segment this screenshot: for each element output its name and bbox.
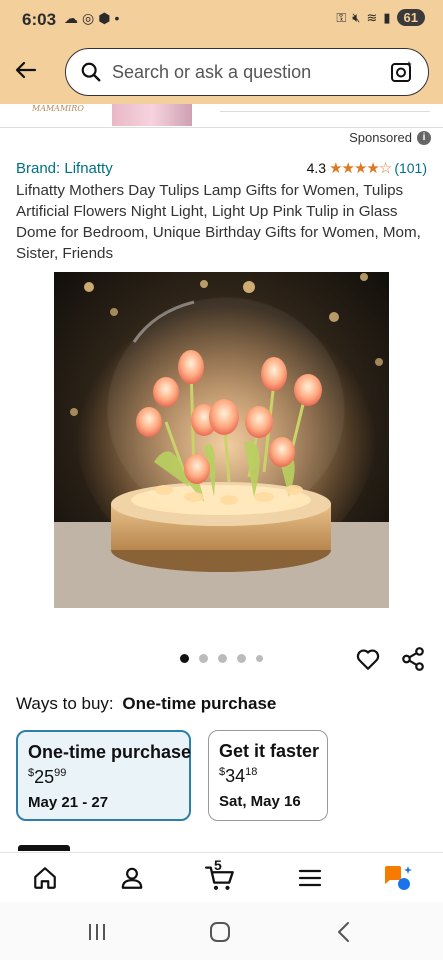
- option-one-time-purchase[interactable]: One-time purchase $2599 May 21 - 27: [16, 730, 191, 821]
- notification-icons: ☁ ◎ ⬢ •: [64, 10, 119, 27]
- partial-content-bar: [18, 845, 70, 851]
- option-get-it-faster[interactable]: Get it faster $3418 Sat, May 16: [208, 730, 328, 821]
- home-button-icon[interactable]: [208, 920, 232, 944]
- account-icon: [121, 867, 143, 889]
- option-title: One-time purchase: [28, 742, 192, 762]
- whatsapp-icon: ◎: [82, 10, 95, 26]
- system-icons: ⚿ 🔇︎ ≋ ▮ 61: [336, 9, 425, 26]
- option-delivery-date: May 21 - 27: [28, 794, 109, 811]
- home-icon: [34, 867, 56, 889]
- rating-summary[interactable]: 4.3 ★★★★☆ (101): [307, 159, 427, 177]
- recent-apps-icon[interactable]: [85, 920, 109, 944]
- ad-divider: [220, 104, 430, 112]
- option-price: $2599: [28, 767, 67, 787]
- ways-to-buy-label: Ways to buy:: [16, 694, 114, 713]
- brand-link[interactable]: Brand: Lifnatty: [16, 160, 113, 177]
- nav-rufus[interactable]: [383, 863, 413, 893]
- cart-count: 5: [214, 857, 222, 873]
- system-navigation-bar: [0, 902, 443, 960]
- top-header: Search or ask a question: [0, 40, 443, 104]
- info-icon: i: [417, 130, 431, 145]
- key-icon: ⚿: [336, 9, 347, 25]
- sponsored-label[interactable]: Sponsored i: [349, 130, 431, 145]
- carousel-dot[interactable]: [218, 654, 227, 663]
- heart-icon[interactable]: [355, 646, 381, 672]
- back-arrow-icon: [15, 61, 37, 79]
- search-input[interactable]: Search or ask a question: [65, 48, 429, 96]
- bottom-navigation: 5: [0, 852, 443, 902]
- sponsored-ad-strip[interactable]: MAMAMIRO: [0, 104, 443, 128]
- signal-icon: ▮: [383, 9, 391, 25]
- mute-icon: 🔇︎: [352, 9, 361, 25]
- product-photo: [54, 272, 389, 608]
- nav-cart[interactable]: 5: [205, 857, 235, 893]
- search-icon: [81, 62, 101, 82]
- share-icon[interactable]: [400, 646, 426, 672]
- rufus-icon: [385, 866, 412, 890]
- search-placeholder: Search or ask a question: [112, 61, 312, 82]
- nav-menu[interactable]: [295, 863, 325, 893]
- system-back-icon[interactable]: [332, 920, 356, 944]
- star-rating-icon: ★★★★☆: [329, 160, 392, 177]
- battery-indicator: 61: [396, 9, 425, 26]
- option-delivery-date: Sat, May 16: [219, 793, 301, 810]
- rating-value: 4.3: [306, 160, 327, 176]
- cloud-icon: ☁: [64, 10, 78, 26]
- carousel-dot[interactable]: [199, 654, 208, 663]
- wifi-icon: ≋: [366, 9, 378, 25]
- ways-to-buy-selected: One-time purchase: [122, 694, 277, 713]
- status-bar: 6:03 ☁ ◎ ⬢ • ⚿ 🔇︎ ≋ ▮ 61: [0, 0, 443, 40]
- carousel-dot[interactable]: [180, 654, 189, 663]
- option-price: $3418: [219, 766, 258, 786]
- dot-icon: •: [114, 10, 120, 26]
- sponsored-text: Sponsored: [349, 130, 412, 145]
- product-image[interactable]: [54, 272, 389, 608]
- nav-account[interactable]: [117, 863, 147, 893]
- product-title: Lifnatty Mothers Day Tulips Lamp Gifts f…: [16, 182, 421, 262]
- carousel-dot[interactable]: [237, 654, 246, 663]
- ways-to-buy: Ways to buy: One-time purchase: [16, 694, 276, 714]
- option-title: Get it faster: [219, 741, 320, 761]
- back-button[interactable]: [12, 56, 40, 84]
- carousel-dot[interactable]: [256, 655, 263, 662]
- menu-icon: [298, 869, 322, 887]
- status-time: 6:03: [22, 10, 57, 29]
- image-carousel-dots[interactable]: [180, 654, 263, 663]
- camera-search-icon[interactable]: [390, 60, 414, 84]
- nav-home[interactable]: [30, 863, 60, 893]
- package-icon: ⬢: [98, 10, 111, 26]
- review-count: (101): [394, 160, 427, 176]
- ad-thumbnail: [112, 104, 192, 126]
- ad-brand-logo: MAMAMIRO: [32, 104, 84, 113]
